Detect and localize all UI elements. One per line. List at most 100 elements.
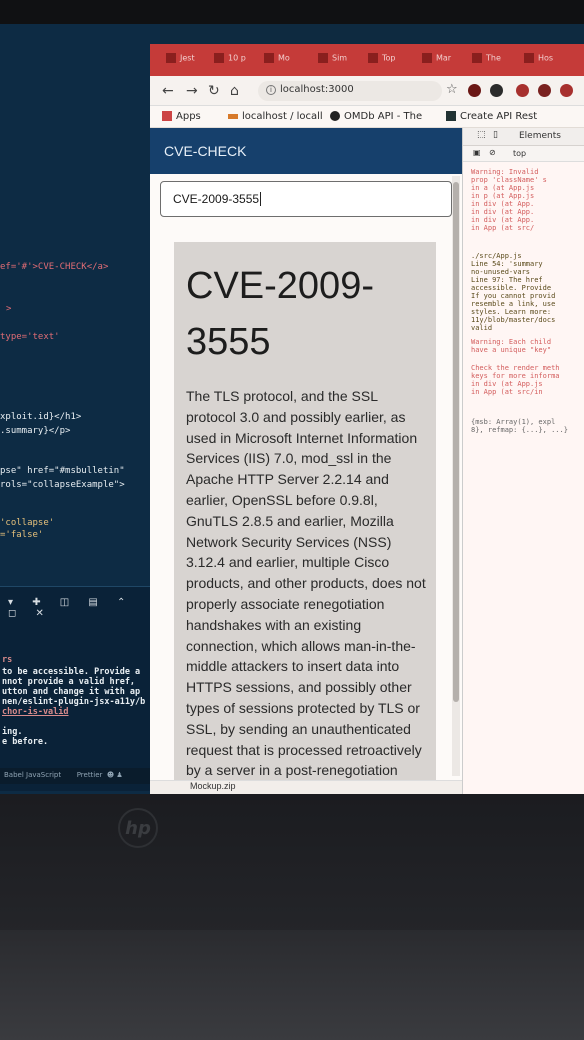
apps-grid-icon xyxy=(162,111,172,121)
console-line: no-unused-vars xyxy=(471,268,531,276)
scroll-thumb[interactable] xyxy=(453,182,459,702)
feedback-icon[interactable]: ☻ ♟ xyxy=(105,771,123,779)
tab-favicon-icon xyxy=(472,53,482,63)
console-line: in p (at App.js xyxy=(471,192,535,200)
console-line: prop 'className' s xyxy=(471,176,547,184)
tab-elements[interactable]: Elements xyxy=(519,131,561,141)
browser-tab[interactable]: The xyxy=(472,53,501,71)
language-mode[interactable]: Babel JavaScript xyxy=(4,771,61,779)
cve-title: CVE-2009-3555 xyxy=(186,265,374,363)
console-toolbar: ▣ ⊘ top xyxy=(463,146,584,162)
omdb-icon xyxy=(330,111,340,121)
browser-tab[interactable]: Hos xyxy=(524,53,553,71)
console-line: 8}, refmap: {...}, ...} xyxy=(471,426,568,434)
code-line: xploit.id}</h1> xyxy=(0,412,82,422)
browser-tab[interactable]: Sim xyxy=(318,53,347,71)
console-line: 11y/blob/master/docs xyxy=(471,316,556,324)
console-line: Warning: Each child xyxy=(471,338,552,346)
menu-icon[interactable] xyxy=(560,84,573,97)
device-toggle-icon[interactable]: ▯ xyxy=(493,130,498,140)
browser-tab[interactable]: 10 p xyxy=(214,53,246,71)
devtools-panel: ⬚ ▯ Elements ▣ ⊘ top Warning: Invalid pro… xyxy=(462,128,584,794)
medium-icon xyxy=(446,111,456,121)
console-line: in App (at src/ xyxy=(471,224,535,232)
browser-toolbar: ← → ↻ ⌂ i localhost:3000 ☆ xyxy=(150,76,584,106)
url-text: localhost:3000 xyxy=(280,84,354,95)
console-line: keys for more informa xyxy=(471,372,560,380)
terminal-line: ing. xyxy=(2,727,23,737)
tab-favicon-icon xyxy=(422,53,432,63)
console-line: in div (at App.js xyxy=(471,380,543,388)
cve-summary: The TLS protocol, and the SSL protocol 3… xyxy=(186,388,426,794)
bookmark-localhost[interactable]: localhost / locall xyxy=(228,111,323,122)
bookmark-omdb[interactable]: OMDb API - The xyxy=(330,111,422,122)
browser-tab[interactable]: Top xyxy=(368,53,396,71)
context-selector[interactable]: top xyxy=(513,149,526,158)
inspect-icon[interactable]: ⬚ xyxy=(477,130,486,140)
code-line: pse" href="#msbulletin" xyxy=(0,466,125,476)
monitor-screen: ef='#'>CVE-CHECK</a> > type='text' xploi… xyxy=(0,24,584,794)
tab-favicon-icon xyxy=(318,53,328,63)
text-cursor xyxy=(260,192,262,206)
address-bar[interactable]: i localhost:3000 xyxy=(258,81,442,101)
profile-avatar-icon[interactable] xyxy=(538,84,551,97)
console-line: styles. Learn more: xyxy=(471,308,552,316)
console-line: {msb: Array(1), expl xyxy=(471,418,556,426)
extension-icon[interactable] xyxy=(516,84,529,97)
terminal-panel: ▾ ✚ ◫ ▤ ⌃ ◻ ✕ rs to be accessible. Provi… xyxy=(0,586,158,791)
brand-link[interactable]: CVE-CHECK xyxy=(164,143,246,159)
tab-favicon-icon xyxy=(166,53,176,63)
bookmarks-bar: Apps localhost / locall OMDb API - The C… xyxy=(150,106,584,128)
browser-window: Jest 10 p Mo Sim Top Mar The Hos ← → ↻ ⌂… xyxy=(150,44,584,794)
home-icon[interactable]: ⌂ xyxy=(230,83,239,99)
console-line: in div (at App. xyxy=(471,216,535,224)
browser-tabbar: Jest 10 p Mo Sim Top Mar The Hos xyxy=(150,44,584,76)
console-line: Check the render meth xyxy=(471,364,560,372)
back-icon[interactable]: ← xyxy=(162,83,174,99)
tab-favicon-icon xyxy=(368,53,378,63)
tab-favicon-icon xyxy=(264,53,274,63)
console-line: Warning: Invalid xyxy=(471,168,539,176)
code-line: .summary}</p> xyxy=(0,426,71,436)
page-scrollbar[interactable] xyxy=(452,176,460,776)
console-line: Line 54: 'summary xyxy=(471,260,543,268)
console-line: Line 97: The href xyxy=(471,276,543,284)
cve-search-input[interactable]: CVE-2009-3555 xyxy=(160,181,452,217)
browser-tab[interactable]: Mo xyxy=(264,53,290,71)
cve-card: CVE-2009-3555 The TLS protocol, and the … xyxy=(174,242,436,794)
code-line: 'collapse' xyxy=(0,518,55,528)
browser-tab[interactable]: Mar xyxy=(422,53,451,71)
sidebar-toggle-icon[interactable]: ▣ xyxy=(473,148,481,157)
console-line: If you cannot provid xyxy=(471,292,556,300)
download-bar: Mockup.zip xyxy=(150,780,462,794)
terminal-line: nen/eslint-plugin-jsx-a11y/b xyxy=(2,697,146,707)
console-line: valid xyxy=(471,324,493,332)
console-line: in div (at App. xyxy=(471,200,535,208)
terminal-line: utton and change it with ap xyxy=(2,687,141,697)
console-line: in App (at src/in xyxy=(471,388,543,396)
editor-statusbar: Babel JavaScript Prettier ☻ ♟ xyxy=(0,768,160,784)
code-line: rols="collapseExample"> xyxy=(0,480,125,490)
clear-console-icon[interactable]: ⊘ xyxy=(489,148,496,157)
code-editor: ef='#'>CVE-CHECK</a> > type='text' xploi… xyxy=(0,24,160,794)
app-navbar: CVE-CHECK xyxy=(150,128,462,174)
forward-icon[interactable]: → xyxy=(186,83,198,99)
panel-toolbar[interactable]: ▾ ✚ ◫ ▤ ⌃ ◻ ✕ xyxy=(8,597,158,619)
browser-tab[interactable]: Jest xyxy=(166,53,195,71)
extension-icon[interactable] xyxy=(468,84,481,97)
code-line: type='text' xyxy=(0,332,60,342)
extension-icon[interactable] xyxy=(490,84,503,97)
bookmark-star-icon[interactable]: ☆ xyxy=(446,82,458,97)
console-line: ./src/App.js xyxy=(471,252,522,260)
terminal-link[interactable]: chor-is-valid xyxy=(2,707,69,717)
bookmark-apps[interactable]: Apps xyxy=(162,111,201,122)
download-filename[interactable]: Mockup.zip xyxy=(190,781,236,791)
devtools-tabbar: ⬚ ▯ Elements xyxy=(463,128,584,146)
console-line: resemble a link, use xyxy=(471,300,556,308)
tab-favicon-icon xyxy=(214,53,224,63)
formatter-status[interactable]: Prettier xyxy=(77,771,103,779)
bookmark-create-api[interactable]: Create API Rest xyxy=(446,111,537,122)
site-info-icon[interactable]: i xyxy=(266,85,276,95)
reload-icon[interactable]: ↻ xyxy=(208,83,220,99)
code-line: > xyxy=(6,304,12,314)
